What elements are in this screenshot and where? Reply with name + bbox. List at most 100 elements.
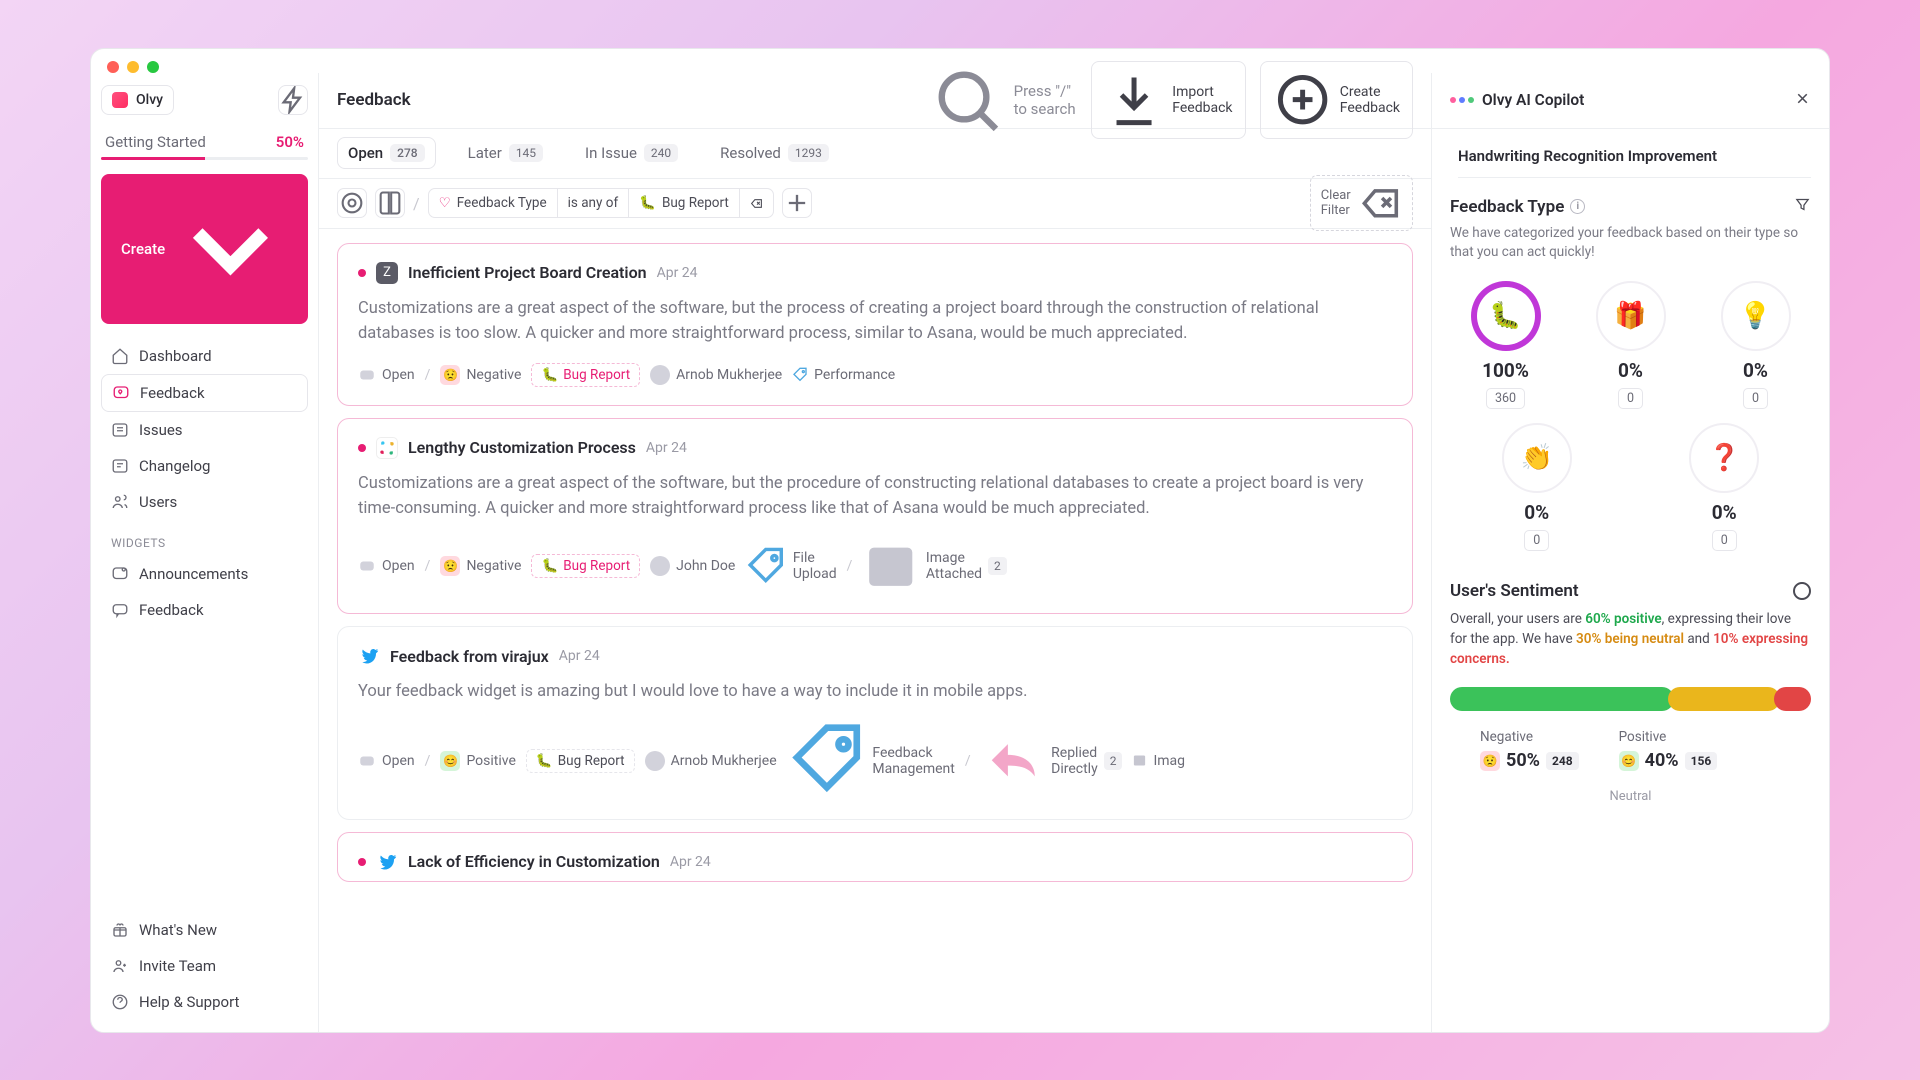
create-feedback-button[interactable]: Create Feedback bbox=[1260, 61, 1413, 138]
card-meta: Open / 😊Positive 🐛Bug Report Arnob Mukhe… bbox=[358, 721, 1392, 801]
help-icon bbox=[111, 993, 129, 1011]
attachment-chip[interactable]: Imag bbox=[1132, 753, 1185, 769]
sidebar-item-label: Help & Support bbox=[139, 993, 239, 1011]
type-cell-praise[interactable]: 👏0%0 bbox=[1502, 423, 1572, 551]
sentiment-chip[interactable]: 😟Negative bbox=[440, 556, 521, 576]
card-title: Lengthy Customization Process bbox=[408, 438, 636, 457]
app-window: Olvy Getting Started 50% Create bbox=[90, 48, 1830, 1033]
quick-action-button[interactable] bbox=[278, 85, 308, 115]
sidebar-item-users[interactable]: Users bbox=[101, 484, 308, 520]
copilot-top-item[interactable]: Handwriting Recognition Improvement bbox=[1458, 139, 1811, 178]
changelog-icon bbox=[111, 457, 129, 475]
sentiment-chip[interactable]: 😊Positive bbox=[440, 751, 515, 771]
tab-count: 145 bbox=[509, 144, 543, 162]
sad-face-icon: 😟 bbox=[440, 556, 460, 576]
unread-dot-icon bbox=[358, 269, 366, 277]
feedback-list[interactable]: Z Inefficient Project Board Creation Apr… bbox=[319, 229, 1431, 1032]
sentiment-positive-col: Positive 😊40%156 bbox=[1619, 729, 1718, 771]
author-chip[interactable]: Arnob Mukherjee bbox=[650, 365, 782, 385]
search-icon bbox=[929, 62, 1005, 138]
maximize-window-icon[interactable] bbox=[147, 61, 159, 73]
bug-tag[interactable]: 🐛Bug Report bbox=[531, 554, 640, 578]
sidebar-item-feedback[interactable]: Feedback bbox=[101, 374, 308, 412]
filter-pill[interactable]: ♡Feedback Type is any of 🐛Bug Report bbox=[428, 188, 774, 218]
attachment-chip[interactable]: Image Attached2 bbox=[862, 538, 1006, 595]
brand-name: Olvy bbox=[136, 92, 163, 108]
type-grid: 🐛100%360 🎁0%0 💡0%0 bbox=[1450, 281, 1811, 409]
status-chip[interactable]: Open bbox=[358, 366, 415, 384]
sidebar-item-whatsnew[interactable]: What's New bbox=[101, 912, 308, 948]
create-button[interactable]: Create bbox=[101, 174, 308, 325]
sidebar-item-issues[interactable]: Issues bbox=[101, 412, 308, 448]
info-icon[interactable]: i bbox=[1570, 199, 1585, 214]
tab-count: 240 bbox=[644, 144, 678, 162]
minimize-window-icon[interactable] bbox=[127, 61, 139, 73]
close-window-icon[interactable] bbox=[107, 61, 119, 73]
sentiment-chip[interactable]: 😟Negative bbox=[440, 365, 521, 385]
getting-started-row[interactable]: Getting Started 50% bbox=[101, 133, 308, 151]
tab-later[interactable]: Later145 bbox=[458, 138, 553, 168]
status-icon bbox=[358, 557, 376, 575]
remove-filter-button[interactable] bbox=[740, 191, 773, 216]
status-chip[interactable]: Open bbox=[358, 557, 415, 575]
getting-started-label: Getting Started bbox=[105, 133, 206, 151]
type-cell-bug[interactable]: 🐛100%360 bbox=[1450, 281, 1561, 409]
workspace-switcher[interactable]: Olvy bbox=[101, 85, 174, 115]
add-filter-button[interactable] bbox=[782, 188, 812, 218]
copilot-content[interactable]: Handwriting Recognition Improvement Feed… bbox=[1432, 129, 1829, 1032]
tab-open[interactable]: Open278 bbox=[337, 137, 436, 169]
bug-tag[interactable]: 🐛Bug Report bbox=[526, 749, 635, 773]
sidebar-item-help[interactable]: Help & Support bbox=[101, 984, 308, 1020]
label-chip[interactable]: File Upload bbox=[745, 546, 836, 587]
tab-in-issue[interactable]: In Issue240 bbox=[575, 138, 688, 168]
import-feedback-button[interactable]: Import Feedback bbox=[1091, 61, 1245, 139]
sidebar-item-invite[interactable]: Invite Team bbox=[101, 948, 308, 984]
status-chip[interactable]: Open bbox=[358, 752, 415, 770]
feedback-card[interactable]: Z Inefficient Project Board Creation Apr… bbox=[337, 243, 1413, 406]
type-cell-gift[interactable]: 🎁0%0 bbox=[1575, 281, 1686, 409]
happy-face-icon: 😊 bbox=[1619, 751, 1639, 771]
view-toggle-button[interactable] bbox=[337, 188, 367, 218]
x-back-icon bbox=[750, 197, 763, 210]
card-meta: Open / 😟Negative 🐛Bug Report Arnob Mukhe… bbox=[358, 363, 1392, 387]
card-body: Your feedback widget is amazing but I wo… bbox=[358, 679, 1392, 705]
download-icon bbox=[1104, 70, 1164, 130]
search-input[interactable]: Press "/" to search bbox=[929, 62, 1077, 138]
funnel-icon bbox=[1794, 196, 1811, 213]
author-chip[interactable]: John Doe bbox=[650, 556, 735, 576]
avatar-icon bbox=[645, 751, 665, 771]
circle-icon[interactable] bbox=[1793, 582, 1811, 600]
sidebar-item-dashboard[interactable]: Dashboard bbox=[101, 338, 308, 374]
author-chip[interactable]: Arnob Mukherjee bbox=[645, 751, 777, 771]
feedback-card[interactable]: Lack of Efficiency in Customization Apr … bbox=[337, 832, 1413, 882]
topbar: Feedback Press "/" to search Import Feed… bbox=[319, 73, 1431, 129]
filter-toggle-button[interactable] bbox=[1794, 196, 1811, 218]
clear-filter-button[interactable]: Clear Filter bbox=[1310, 175, 1413, 232]
type-cell-question[interactable]: ❓0%0 bbox=[1689, 423, 1759, 551]
reply-chip[interactable]: Replied Directly2 bbox=[981, 728, 1123, 793]
bug-tag[interactable]: 🐛Bug Report bbox=[531, 363, 640, 387]
sidebar-item-label: Invite Team bbox=[139, 957, 216, 975]
ring-icon: 👏 bbox=[1502, 423, 1572, 493]
close-copilot-button[interactable] bbox=[1794, 90, 1811, 111]
sidebar-item-announcements[interactable]: Announcements bbox=[101, 556, 308, 592]
label-chip[interactable]: Performance bbox=[792, 367, 895, 383]
tab-resolved[interactable]: Resolved1293 bbox=[710, 138, 839, 168]
ring-icon: 💡 bbox=[1721, 281, 1791, 351]
sentiment-breakdown: Negative 😟50%248 Positive 😊40%156 bbox=[1450, 729, 1811, 771]
avatar-icon bbox=[650, 365, 670, 385]
card-title: Lack of Efficiency in Customization bbox=[408, 852, 660, 871]
sidebar-item-widget-feedback[interactable]: Feedback bbox=[101, 592, 308, 628]
sidebar-item-label: Changelog bbox=[139, 457, 210, 475]
feedback-type-title: Feedback Type i bbox=[1450, 196, 1811, 218]
sidebar-item-changelog[interactable]: Changelog bbox=[101, 448, 308, 484]
feedback-card[interactable]: Lengthy Customization Process Apr 24 Cus… bbox=[337, 418, 1413, 615]
user-plus-icon bbox=[111, 957, 129, 975]
reader-toggle-button[interactable] bbox=[375, 188, 405, 218]
card-title: Inefficient Project Board Creation bbox=[408, 263, 647, 282]
type-cell-idea[interactable]: 💡0%0 bbox=[1700, 281, 1811, 409]
bolt-icon bbox=[279, 86, 307, 114]
search-placeholder: Press "/" to search bbox=[1014, 82, 1078, 118]
feedback-card[interactable]: Feedback from virajux Apr 24 Your feedba… bbox=[337, 626, 1413, 819]
label-chip[interactable]: Feedback Management bbox=[787, 721, 955, 801]
